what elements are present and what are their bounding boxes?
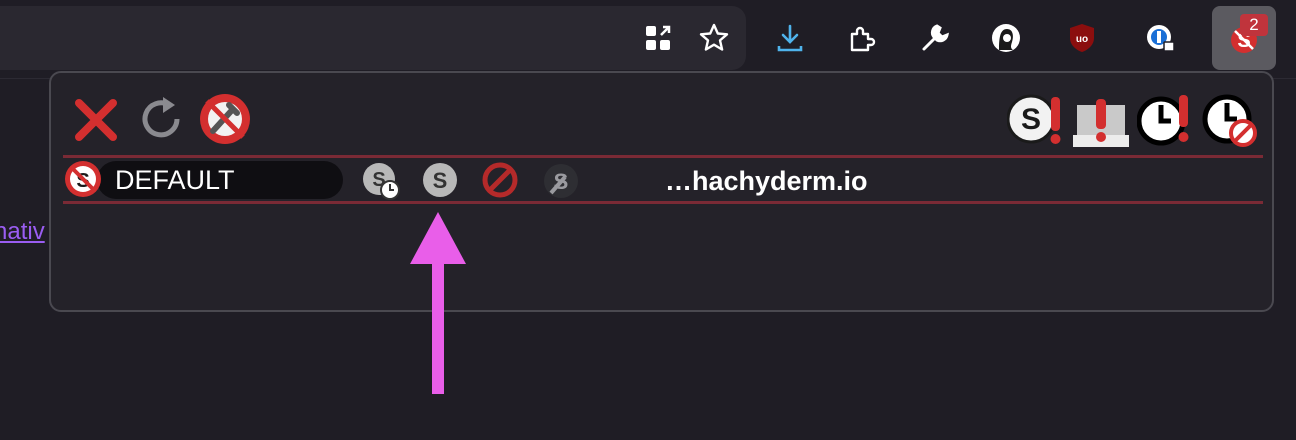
- puzzle-extensions-icon[interactable]: [842, 18, 882, 58]
- noscript-default-icon: S: [65, 161, 101, 197]
- svg-text:S: S: [1021, 103, 1041, 136]
- row-bottom-border: [63, 201, 1263, 204]
- row-top-border: [63, 155, 1263, 158]
- temp-trust-page-icon[interactable]: [1137, 91, 1193, 147]
- address-bar[interactable]: [0, 6, 746, 70]
- disable-restrictions-icon[interactable]: [1073, 95, 1129, 147]
- options-icon[interactable]: [197, 91, 253, 147]
- custom-icon[interactable]: S: [541, 161, 581, 201]
- annotation-arrow: [410, 212, 466, 394]
- browser-toolbar: uo S 2: [0, 0, 1296, 79]
- svg-text:uo: uo: [1076, 34, 1088, 45]
- profile-avatar-icon[interactable]: [986, 18, 1026, 58]
- password-manager-icon[interactable]: [1140, 18, 1180, 58]
- download-icon[interactable]: [770, 18, 810, 58]
- site-label: …hachyderm.io: [665, 166, 868, 196]
- reload-icon[interactable]: [135, 93, 187, 145]
- trusted-icon[interactable]: S: [421, 161, 459, 199]
- apps-grid-icon[interactable]: [638, 18, 678, 58]
- preset-label: DEFAULT: [115, 165, 235, 195]
- close-icon[interactable]: [71, 95, 121, 145]
- untrusted-icon[interactable]: [481, 161, 519, 199]
- ublock-icon[interactable]: uo: [1062, 18, 1102, 58]
- revoke-temp-icon[interactable]: [1201, 91, 1259, 149]
- noscript-popup: S S DEFAULT S S: [49, 71, 1274, 312]
- svg-text:S: S: [433, 168, 448, 193]
- wrench-icon[interactable]: [914, 18, 954, 58]
- temp-allow-all-icon[interactable]: S: [1007, 91, 1065, 147]
- temp-trusted-icon[interactable]: S: [361, 161, 401, 201]
- bookmark-star-icon[interactable]: [694, 18, 734, 58]
- extension-badge: 2: [1240, 14, 1268, 36]
- page-link[interactable]: nativ: [0, 218, 45, 246]
